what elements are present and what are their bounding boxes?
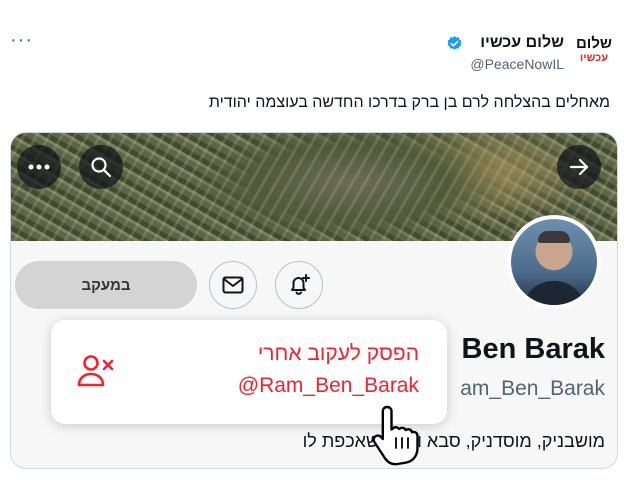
- author-display-name[interactable]: שלום עכשיו: [480, 34, 564, 52]
- tweet-text: מאחלים בהצלחה לרם בן ברק בדרכו החדשה בעו…: [208, 94, 610, 111]
- unfollow-handle[interactable]: @Ram_Ben_Barak: [238, 374, 419, 398]
- profile-bio: מושבניק, מוסדניק, סבא ואחד שאכפת לו: [302, 431, 605, 451]
- banner-forward-button[interactable]: [557, 145, 601, 189]
- unfollow-user-icon: [77, 355, 114, 387]
- profile-handle: am_Ben_Barak: [460, 377, 605, 400]
- banner-more-button[interactable]: [17, 145, 61, 189]
- more-horizontal-icon: [28, 164, 50, 170]
- profile-card-image[interactable]: במעקב Ben Barak am_Ben_Barak מושבניק, מו…: [10, 132, 618, 469]
- more-options-icon[interactable]: ···: [10, 30, 33, 50]
- search-icon: [91, 157, 112, 178]
- arrow-right-icon: [569, 158, 589, 176]
- avatar-suit: [523, 281, 585, 305]
- unfollow-label[interactable]: הפסק לעקוב אחרי: [258, 342, 419, 366]
- profile-avatar[interactable]: [507, 215, 601, 309]
- peace-now-logo[interactable]: שלום עכשיו: [572, 36, 616, 70]
- message-button[interactable]: [209, 261, 257, 309]
- logo-line2: עכשיו: [579, 52, 609, 64]
- profile-name: Ben Barak: [461, 333, 605, 365]
- envelope-icon: [222, 276, 244, 294]
- banner-search-button[interactable]: [79, 145, 123, 189]
- following-button[interactable]: במעקב: [15, 261, 197, 309]
- bell-plus-icon: [291, 274, 310, 295]
- notify-button[interactable]: [275, 261, 323, 309]
- logo-line1: שלום: [576, 35, 612, 52]
- hand-pointer-icon: [372, 405, 419, 466]
- author-handle[interactable]: @PeaceNowIL: [470, 56, 564, 72]
- avatar-hair: [538, 231, 570, 243]
- verified-badge-icon: [447, 36, 462, 50]
